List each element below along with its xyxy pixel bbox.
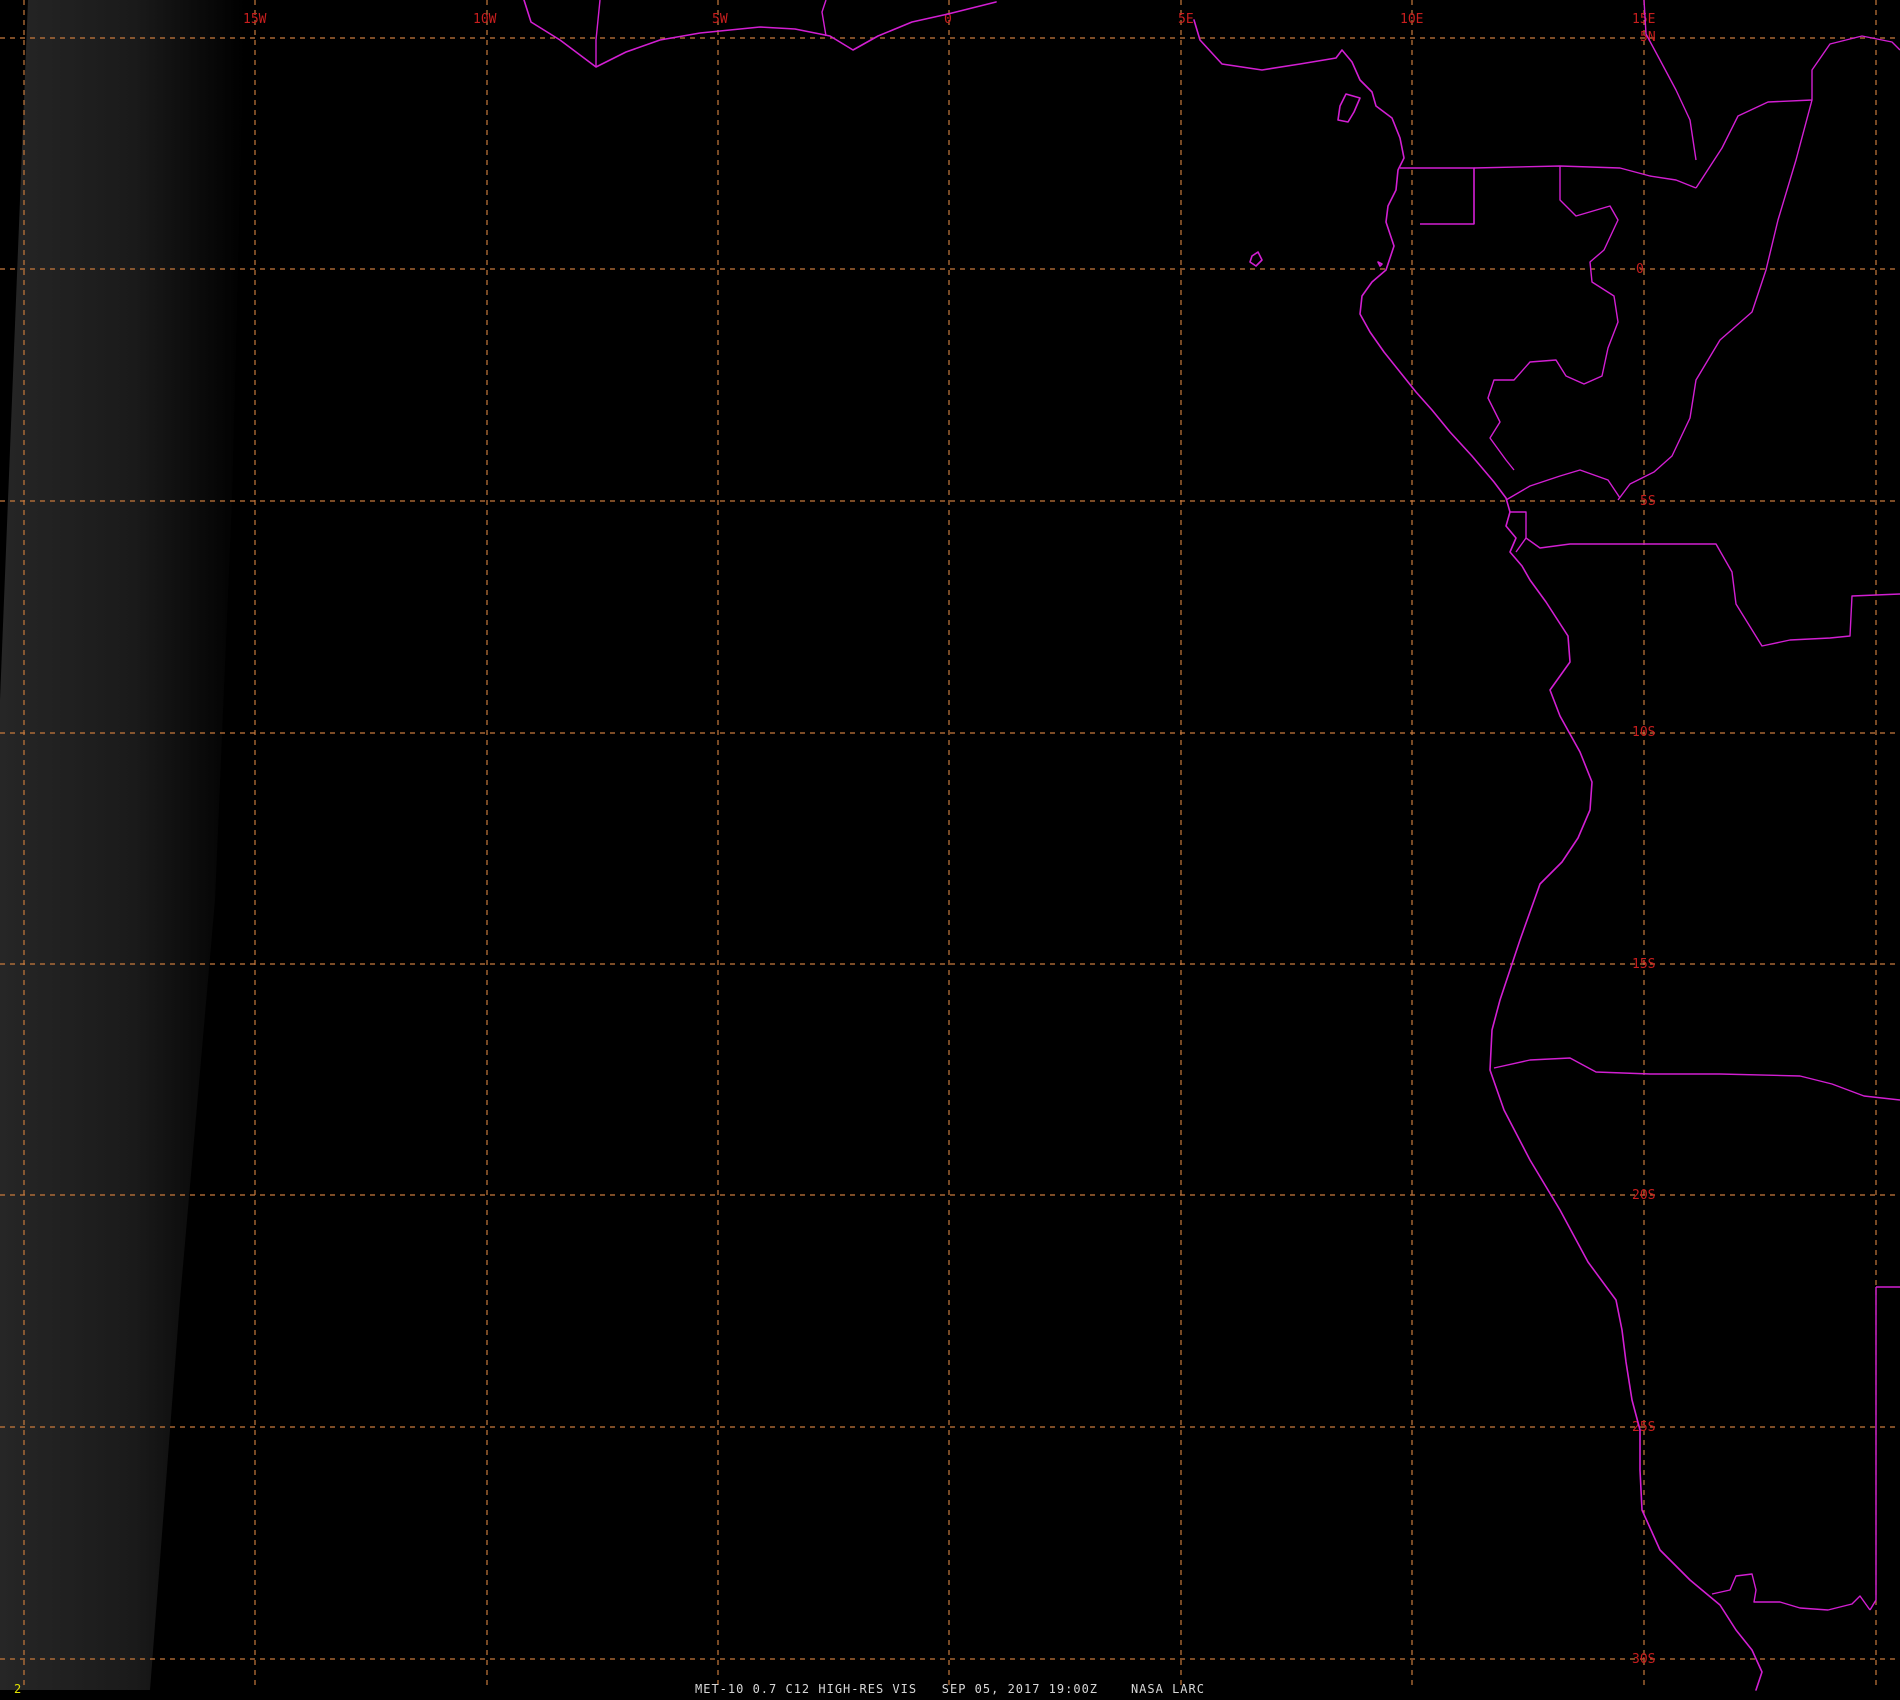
- congo-drc-border: [1695, 35, 1900, 189]
- longitude-label: 5E: [1178, 12, 1194, 27]
- caption-product: MET-10 0.7 C12 HIGH-RES VIS: [695, 1682, 918, 1696]
- political-boundaries: [523, 0, 1900, 1691]
- latitude-label: 5S: [1640, 494, 1656, 509]
- graticule: [0, 0, 1900, 1690]
- latitude-label: 30S: [1632, 1652, 1655, 1667]
- west-africa-border: [595, 0, 601, 67]
- sao-tome-island: [1249, 251, 1263, 267]
- annobon-islet: [1377, 261, 1383, 267]
- latitude-label: 0: [1636, 262, 1644, 277]
- bioko-island: [1337, 93, 1361, 123]
- latitude-label: 15S: [1632, 957, 1655, 972]
- satellite-map: 15W 10W 5W 0 5E 10E 15E 5N 0 5S 10S 15S …: [0, 0, 1900, 1700]
- image-caption: MET-10 0.7 C12 HIGH-RES VIS SEP 05, 2017…: [0, 1682, 1900, 1696]
- longitude-label: 10E: [1400, 12, 1423, 27]
- latitude-label: 10S: [1632, 725, 1655, 740]
- drc-angola-border: [1510, 511, 1900, 647]
- caption-timestamp: SEP 05, 2017 19:00Z: [941, 1682, 1099, 1696]
- longitude-label: 10W: [473, 12, 497, 27]
- map-canvas: 15W 10W 5W 0 5E 10E 15E 5N 0 5S 10S 15S …: [0, 0, 1900, 1691]
- west-africa-coast: [523, 0, 997, 68]
- latitude-label: 20S: [1632, 1188, 1655, 1203]
- drc-angola-border-2: [1515, 537, 1527, 553]
- terminator-band: [0, 0, 245, 1690]
- longitude-label: 5W: [712, 12, 728, 27]
- longitude-label: 15W: [243, 12, 267, 27]
- namibia-east-border: [1869, 1287, 1877, 1611]
- cameroon-gabon-border: [1400, 167, 1475, 225]
- gabon-congo-border: [1487, 166, 1619, 471]
- latitude-labels: 5N 0 5S 10S 15S 20S 25S 30S: [1632, 30, 1656, 1667]
- latitude-label: 25S: [1632, 1420, 1655, 1435]
- west-africa-border-2: [821, 0, 827, 37]
- longitude-label: 15E: [1632, 12, 1655, 27]
- caption-source: NASA LARC: [1130, 1682, 1205, 1696]
- gulf-of-guinea-coast: [1193, 19, 1763, 1691]
- angola-namibia-border: [1493, 1057, 1900, 1101]
- orange-river-border: [1711, 1573, 1871, 1611]
- cabinda-border: [1505, 469, 1621, 501]
- cameroon-congo-border: [1473, 165, 1697, 189]
